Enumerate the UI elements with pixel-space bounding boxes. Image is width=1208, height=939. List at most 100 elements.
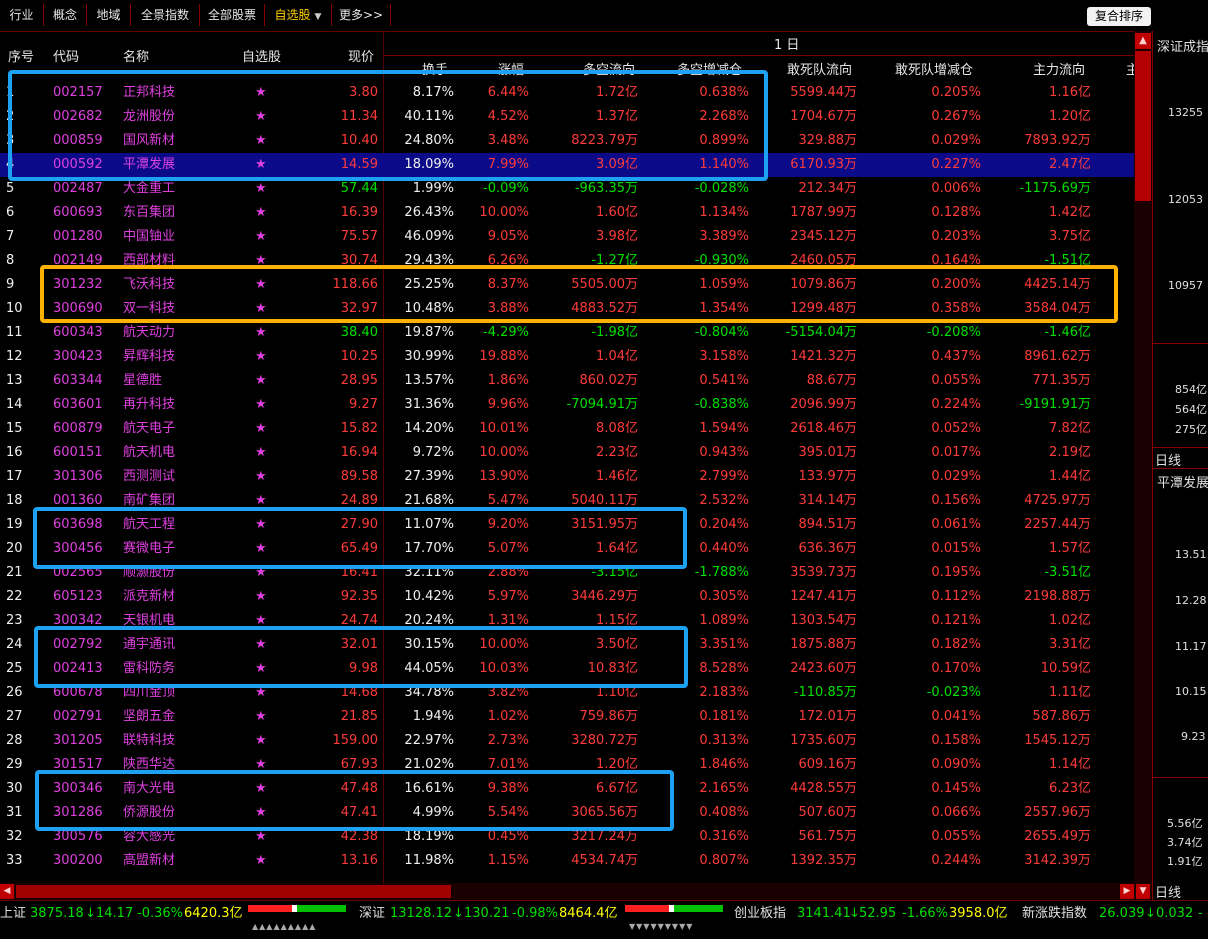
tab-label: 行业	[9, 8, 34, 22]
header-dsq-change[interactable]: 敢死队增减仓	[895, 59, 973, 78]
long-short-flow: 3.98亿	[596, 229, 638, 244]
tab-more[interactable]: 更多>>	[332, 4, 391, 26]
long-short-change: 0.181%	[699, 709, 749, 724]
stock-name: 星德胜	[123, 373, 163, 388]
period-label[interactable]: 1 日	[774, 34, 799, 53]
tab-panorama-index[interactable]: 全景指数	[131, 4, 200, 26]
long-short-flow: 8.08亿	[596, 421, 638, 436]
watchlist-star-icon: ★	[255, 709, 267, 724]
dsq-flow: 1392.35万	[790, 853, 857, 868]
sh-index: 3875.18	[30, 906, 84, 921]
main-flow: 2198.88万	[1024, 589, 1091, 604]
scrollbar-thumb[interactable]	[16, 885, 451, 898]
header-idx[interactable]: 序号	[8, 46, 34, 65]
main-flow: 3142.39万	[1024, 853, 1091, 868]
table-row[interactable]: 6 600693 东百集团 ★ 16.39 26.43% 10.00% 1.60亿 1.134%…	[0, 201, 1134, 225]
main-flow: 4725.97万	[1024, 493, 1091, 508]
right-chart-panel[interactable]: 深证成指 13255 12053 10957 854亿 564亿 275亿 日线…	[1152, 31, 1208, 901]
change-percent: 1.02%	[487, 709, 529, 724]
panel-divider	[1153, 343, 1208, 344]
long-short-flow: -1.98亿	[591, 325, 638, 340]
header-main-flow[interactable]: 主力流向	[1033, 59, 1085, 78]
dsq-change: 0.267%	[931, 109, 981, 124]
scroll-up-icon[interactable]: ▲	[1135, 33, 1151, 49]
xz-label[interactable]: 新涨跌指数	[1022, 901, 1087, 926]
tab-label: 概念	[52, 8, 77, 22]
row-index: 32	[6, 829, 23, 844]
tab-watchlist[interactable]: 自选股 ▼	[265, 4, 332, 26]
long-short-flow: 860.02万	[579, 373, 639, 388]
main-flow: 1.57亿	[1049, 541, 1091, 556]
current-price: 16.94	[340, 445, 378, 460]
xz-change: 0.032	[1156, 906, 1194, 921]
table-row[interactable]: 28 301205 联特科技 ★ 159.00 22.97% 2.73% 3280.72万 0.…	[0, 729, 1134, 753]
sz-arrow: ↓	[453, 906, 464, 921]
tab-label: 自选股	[274, 8, 311, 22]
tab-label: 全景指数	[140, 8, 189, 22]
kline-period-tab[interactable]: 日线	[1155, 450, 1181, 469]
table-row[interactable]: 15 600879 航天电子 ★ 15.82 14.20% 10.01% 8.08亿 1.594…	[0, 417, 1134, 441]
long-short-change: 0.943%	[699, 445, 749, 460]
row-index: 24	[6, 637, 23, 652]
tab-industry[interactable]: 行业	[0, 4, 44, 26]
table-row[interactable]: 13 603344 星德胜 ★ 28.95 13.57% 1.86% 860.02万 0.541…	[0, 369, 1134, 393]
dsq-flow: 1421.32万	[790, 349, 857, 364]
composite-sort-button[interactable]: 复合排序	[1087, 7, 1151, 26]
scrollbar-thumb[interactable]	[1135, 51, 1151, 201]
long-short-flow: 759.86万	[579, 709, 639, 724]
table-row[interactable]: 16 600151 航天机电 ★ 16.94 9.72% 10.00% 2.23亿 0.943%…	[0, 441, 1134, 465]
sz-label[interactable]: 深证	[359, 901, 385, 926]
row-index: 9	[6, 277, 15, 292]
row-index: 21	[6, 565, 23, 580]
header-code[interactable]: 代码	[53, 46, 79, 65]
turnover-rate: 46.09%	[404, 229, 454, 244]
tab-bar: 行业 概念 地域 全景指数 全部股票 自选股 ▼ 更多>> 复合排序	[0, 0, 1208, 32]
header-price[interactable]: 现价	[348, 46, 374, 65]
index-tick: 12053	[1168, 193, 1203, 206]
vertical-scrollbar[interactable]: ▲	[1134, 31, 1152, 883]
row-index: 13	[6, 373, 23, 388]
scroll-right-icon[interactable]: ▶	[1120, 884, 1134, 899]
scroll-left-icon[interactable]: ◀	[0, 884, 14, 899]
horizontal-scrollbar[interactable]: ◀ ▶ ▼	[0, 883, 1152, 900]
table-row[interactable]: 11 600343 航天动力 ★ 38.40 19.87% -4.29% -1.98亿 -0.8…	[0, 321, 1134, 345]
stock-table: 1 002157 正邦科技 ★ 3.80 8.17% 6.44% 1.72亿 0.638% 559…	[0, 81, 1134, 883]
table-row[interactable]: 17 301306 西测测试 ★ 89.58 27.39% 13.90% 1.46亿 2.799…	[0, 465, 1134, 489]
tab-all-stocks[interactable]: 全部股票	[200, 4, 265, 26]
row-index: 15	[6, 421, 23, 436]
long-short-change: 0.313%	[699, 733, 749, 748]
table-row[interactable]: 27 002791 坚朗五金 ★ 21.85 1.94% 1.02% 759.86万 0.181…	[0, 705, 1134, 729]
table-row[interactable]: 7 001280 中国铀业 ★ 75.57 46.09% 9.05% 3.98亿 3.389% 2…	[0, 225, 1134, 249]
stock-code: 002791	[53, 709, 103, 724]
turnover-rate: 11.98%	[404, 853, 454, 868]
table-row[interactable]: 14 603601 再升科技 ★ 9.27 31.36% 9.96% -7094.91万 -0.…	[0, 393, 1134, 417]
dsq-change: 0.156%	[931, 493, 981, 508]
row-index: 30	[6, 781, 23, 796]
row-index: 28	[6, 733, 23, 748]
scroll-down-icon[interactable]: ▼	[1136, 884, 1150, 899]
current-price: 89.58	[340, 469, 378, 484]
bottom-period-tab[interactable]: 日线	[1155, 882, 1181, 901]
dsq-change: 0.170%	[931, 661, 981, 676]
header-name[interactable]: 名称	[123, 46, 149, 65]
stock-code: 600879	[53, 421, 103, 436]
header-dsq-flow[interactable]: 敢死队流向	[787, 59, 852, 78]
cy-label[interactable]: 创业板指	[734, 901, 786, 926]
sh-label[interactable]: 上证	[0, 901, 26, 926]
cy-change: 52.95	[859, 906, 897, 921]
tab-region[interactable]: 地域	[87, 4, 131, 26]
header-watch[interactable]: 自选股	[242, 46, 281, 65]
dsq-flow: 894.51万	[798, 517, 858, 532]
tab-label: 地域	[96, 8, 121, 22]
dsq-change: 0.015%	[931, 541, 981, 556]
long-short-change: 0.305%	[699, 589, 749, 604]
row-index: 18	[6, 493, 23, 508]
table-row[interactable]: 33 300200 高盟新材 ★ 13.16 11.98% 1.15% 4534.74万 0.8…	[0, 849, 1134, 873]
tab-concept[interactable]: 概念	[44, 4, 87, 26]
stock-code: 603344	[53, 373, 103, 388]
current-price: 13.16	[340, 853, 378, 868]
row-index: 14	[6, 397, 23, 412]
table-row[interactable]: 22 605123 派克新材 ★ 92.35 10.42% 5.97% 3446.29万 0.3…	[0, 585, 1134, 609]
table-row[interactable]: 12 300423 昇辉科技 ★ 10.25 30.99% 19.88% 1.04亿 3.158…	[0, 345, 1134, 369]
dsq-change: 0.112%	[931, 589, 981, 604]
